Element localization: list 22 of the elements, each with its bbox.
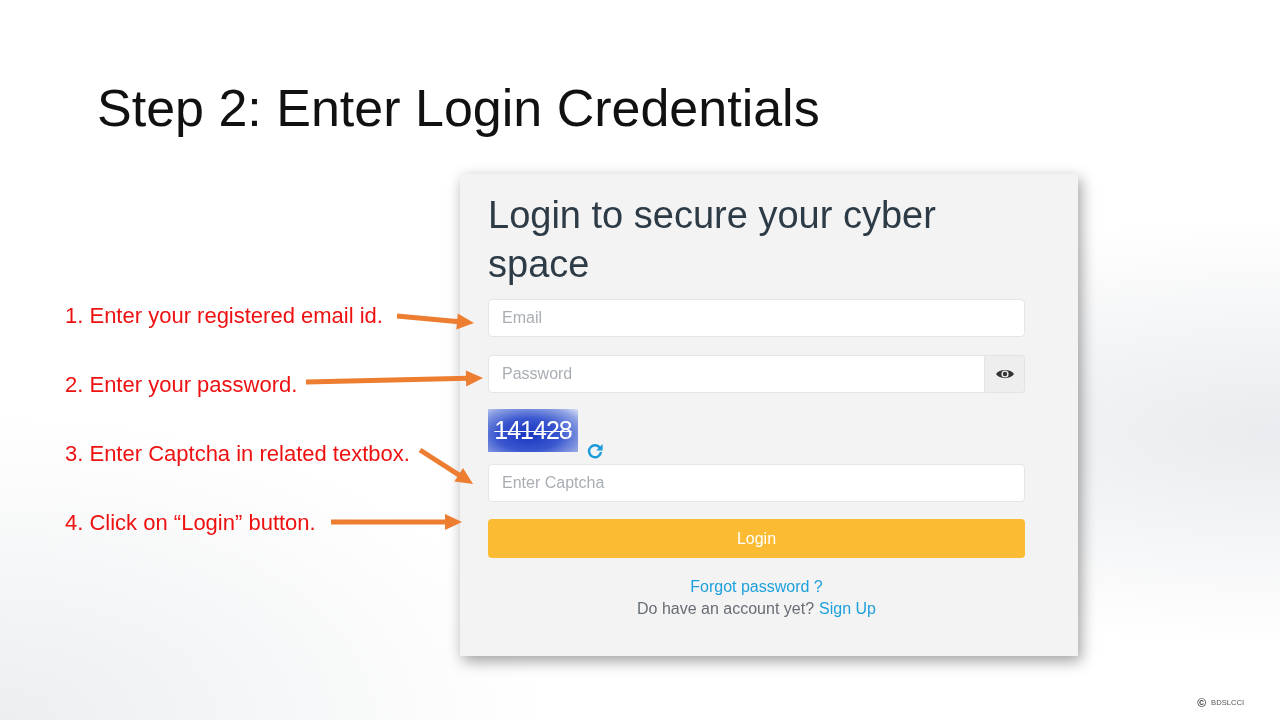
login-heading: Login to secure your cyber space (488, 193, 937, 287)
sign-up-link[interactable]: Sign Up (819, 599, 876, 619)
arrow-icon (396, 313, 474, 330)
email-field[interactable]: Email (488, 299, 1025, 337)
step-instruction: 3. Enter Captcha in related textbox. (65, 441, 410, 467)
step-instruction: 2. Enter your password. (65, 372, 298, 398)
forgot-password-link[interactable]: Forgot password ? (690, 577, 823, 597)
copyright-symbol: © (1197, 696, 1207, 710)
step-instruction: 4. Click on “Login” button. (65, 510, 316, 536)
login-button[interactable]: Login (488, 519, 1025, 558)
show-password-button[interactable] (985, 355, 1025, 393)
password-field[interactable]: Password (488, 355, 985, 393)
step-instruction: 1. Enter your registered email id. (65, 303, 383, 329)
captcha-image: 141428 (488, 409, 578, 452)
slide-title: Step 2: Enter Login Credentials (97, 78, 820, 139)
captcha-field[interactable]: Enter Captcha (488, 464, 1025, 502)
signup-prompt: Do have an account yet? (637, 599, 815, 619)
refresh-icon[interactable] (587, 443, 603, 459)
arrow-icon (418, 447, 473, 484)
eye-icon (995, 368, 1014, 380)
arrow-icon (331, 514, 462, 530)
arrow-icon (305, 370, 483, 387)
